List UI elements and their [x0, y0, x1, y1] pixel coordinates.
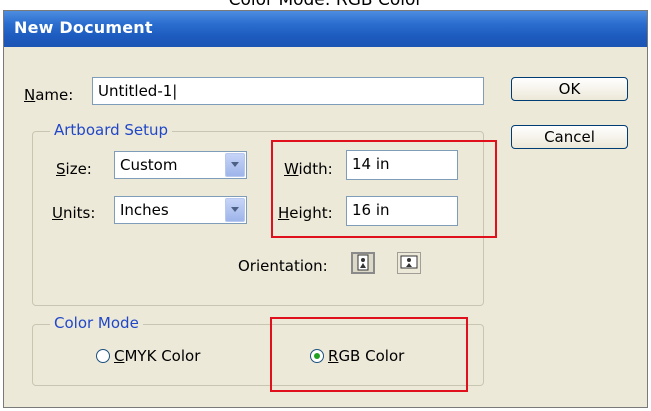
size-label: Size: — [56, 160, 92, 178]
cmyk-label[interactable]: CMYK Color — [114, 347, 200, 365]
name-label: Name: — [24, 86, 74, 104]
cancel-button[interactable]: Cancel — [511, 125, 628, 149]
name-input[interactable]: Untitled-1| — [92, 77, 484, 105]
color-mode-legend: Color Mode — [50, 314, 143, 332]
chevron-down-icon[interactable] — [225, 198, 245, 222]
title-bar[interactable]: New Document — [4, 11, 647, 47]
size-select[interactable]: Custom — [114, 151, 247, 179]
size-value: Custom — [120, 156, 178, 174]
width-height-highlight-box — [271, 140, 497, 238]
orientation-label: Orientation: — [238, 257, 328, 275]
cmyk-radio[interactable] — [96, 349, 110, 363]
new-document-dialog: New Document Name: Untitled-1| OK Cancel… — [3, 10, 648, 408]
rgb-color-highlight-box — [270, 317, 468, 392]
ok-button[interactable]: OK — [511, 77, 628, 101]
portrait-orientation-icon — [357, 254, 369, 271]
portrait-orientation-button[interactable] — [351, 252, 375, 274]
units-label: Units: — [52, 204, 96, 222]
chevron-down-icon[interactable] — [225, 153, 245, 177]
artboard-setup-legend: Artboard Setup — [50, 121, 173, 139]
dialog-title: New Document — [14, 18, 153, 37]
landscape-orientation-icon — [400, 255, 418, 269]
units-select[interactable]: Inches — [114, 196, 247, 224]
landscape-orientation-button[interactable] — [397, 252, 421, 274]
units-value: Inches — [120, 201, 169, 219]
